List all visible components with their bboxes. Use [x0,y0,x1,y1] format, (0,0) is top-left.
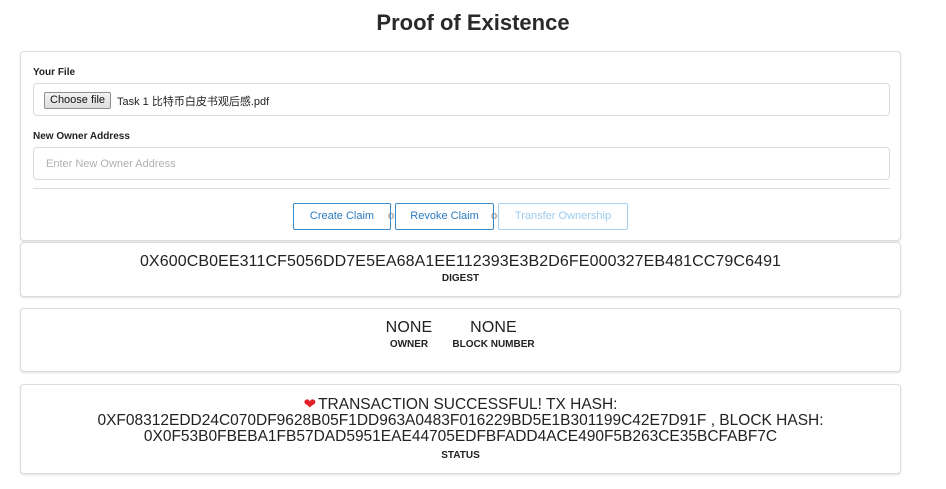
page-title: Proof of Existence [376,10,570,35]
create-claim-button[interactable]: Create Claim [293,203,391,230]
digest-value: 0X600CB0EE311CF5056DD7E5EA68A1EE112393E3… [139,253,782,270]
claim-form-card: Your File Choose file Task 1 比特币白皮书观后感.p… [20,51,901,241]
owner-info: NONE OWNER [377,319,441,350]
ownership-card: NONE OWNER NONE BLOCK NUMBER [20,308,901,372]
transfer-ownership-button[interactable]: Transfer Ownership [498,203,628,230]
form-divider [33,188,890,189]
digest-card: 0X600CB0EE311CF5056DD7E5EA68A1EE112393E3… [20,242,901,297]
page: Proof of Existence Your File Choose file… [0,0,946,489]
block-number-value: NONE [470,319,517,336]
status-card: ❤ TRANSACTION SUCCESSFUL! TX HASH: 0XF083… [20,384,901,474]
revoke-claim-button[interactable]: Revoke Claim [395,203,494,230]
choose-file-button[interactable]: Choose file [44,92,112,109]
status-line-1: TRANSACTION SUCCESSFUL! TX HASH: [318,396,618,413]
owner-label: OWNER [389,339,429,350]
status-line-2: 0XF08312EDD24C070DF9628B05F1DD963A0483F0… [97,412,824,429]
file-field: Choose file Task 1 比特币白皮书观后感.pdf [33,83,890,116]
status-label: STATUS [441,450,480,461]
selected-file-name: Task 1 比特币白皮书观后感.pdf [117,96,270,108]
file-label: Your File [33,67,76,78]
action-buttons: Create Claim or Revoke Claim or Transfer… [21,203,900,230]
heart-icon: ❤ [303,396,317,413]
status-line-3: 0X0F53B0FBEBA1FB57DAD5951EAE44705EDFBFAD… [143,428,778,445]
block-number-info: NONE BLOCK NUMBER [446,319,541,350]
owner-address-field [33,147,890,180]
owner-address-label: New Owner Address [33,131,130,142]
block-number-label: BLOCK NUMBER [452,339,535,350]
owner-address-input[interactable] [34,148,889,179]
digest-label: DIGEST [441,273,480,284]
owner-value: NONE [385,319,433,336]
status-message: ❤ TRANSACTION SUCCESSFUL! TX HASH: 0XF083… [21,397,900,445]
